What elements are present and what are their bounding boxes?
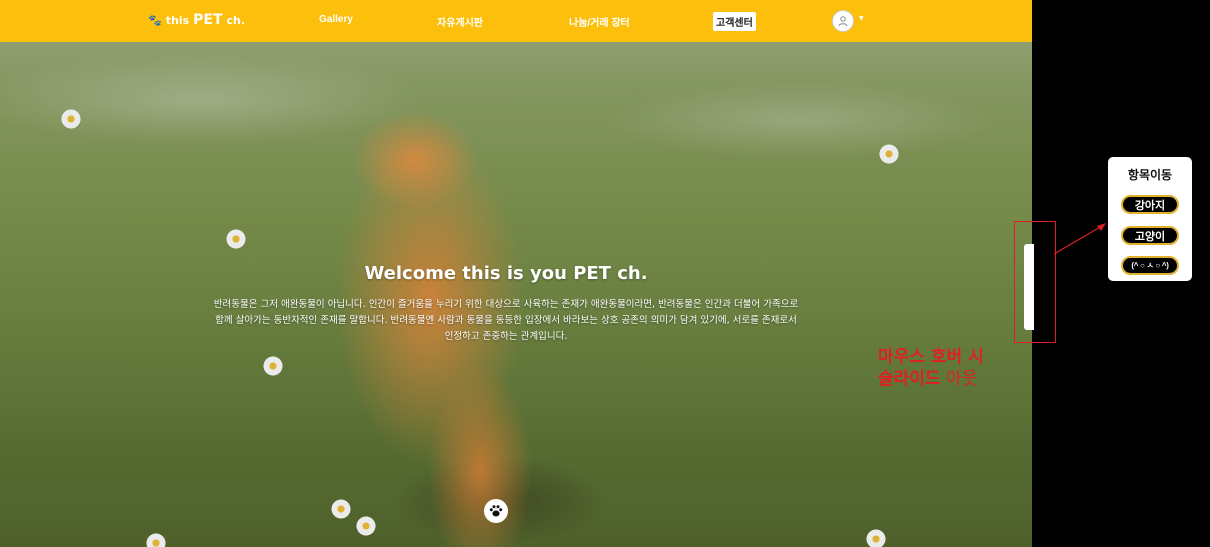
nav-gallery[interactable]: Gallery — [319, 14, 353, 25]
paw-icon: 🐾 — [148, 13, 162, 27]
user-icon — [838, 16, 848, 27]
chevron-down-icon[interactable]: ▼ — [859, 15, 864, 22]
logo-text-this: this — [165, 13, 190, 27]
slide-out-panel: 항목이동 강아지 고양이 (^ ○ ㅅ ○ ^) — [1108, 157, 1192, 281]
hero-description: 반려동물은 그저 애완동물이 아닙니다. 인간이 즐거움을 누리기 위한 대상으… — [213, 299, 799, 342]
annotation-note: 마우스 호버 시 슬라이드 아웃 — [878, 346, 984, 390]
site-logo[interactable]: 🐾 this PET ch. — [148, 12, 245, 28]
paw-icon — [489, 505, 503, 517]
annotation-line1: 마우스 호버 시 — [878, 347, 984, 367]
panel-button-cat[interactable]: 고양이 — [1121, 226, 1179, 245]
nav-customer-center[interactable]: 고객센터 — [713, 12, 756, 31]
logo-text-ch: ch. — [226, 13, 246, 27]
nav-market[interactable]: 나눔/거래 장터 — [569, 14, 630, 29]
panel-button-dog[interactable]: 강아지 — [1121, 195, 1179, 214]
slide-panel-tab[interactable] — [1024, 244, 1034, 330]
scroll-paw-button[interactable] — [484, 499, 508, 523]
hero-title: Welcome this is you PET ch. — [364, 263, 648, 284]
screenshot-canvas: 🐾 this PET ch. Gallery 자유게시판 나눔/거래 장터 고객센… — [0, 0, 1210, 547]
panel-title: 항목이동 — [1127, 168, 1173, 182]
logo-text-pet: PET — [193, 12, 223, 28]
site-header: 🐾 this PET ch. Gallery 자유게시판 나눔/거래 장터 고객센… — [0, 0, 1032, 42]
annotation-line2: 슬라이드 아웃 — [878, 368, 984, 390]
user-avatar-button[interactable] — [832, 10, 854, 32]
annotation-line2-bold: 슬라이드 — [878, 369, 941, 389]
annotation-arrow — [1053, 223, 1106, 255]
website-viewport: 🐾 this PET ch. Gallery 자유게시판 나눔/거래 장터 고객센… — [0, 0, 1032, 547]
panel-button-emoticon[interactable]: (^ ○ ㅅ ○ ^) — [1121, 256, 1179, 275]
annotation-line2-thin: 아웃 — [940, 369, 978, 389]
nav-free-board[interactable]: 자유게시판 — [437, 14, 483, 29]
